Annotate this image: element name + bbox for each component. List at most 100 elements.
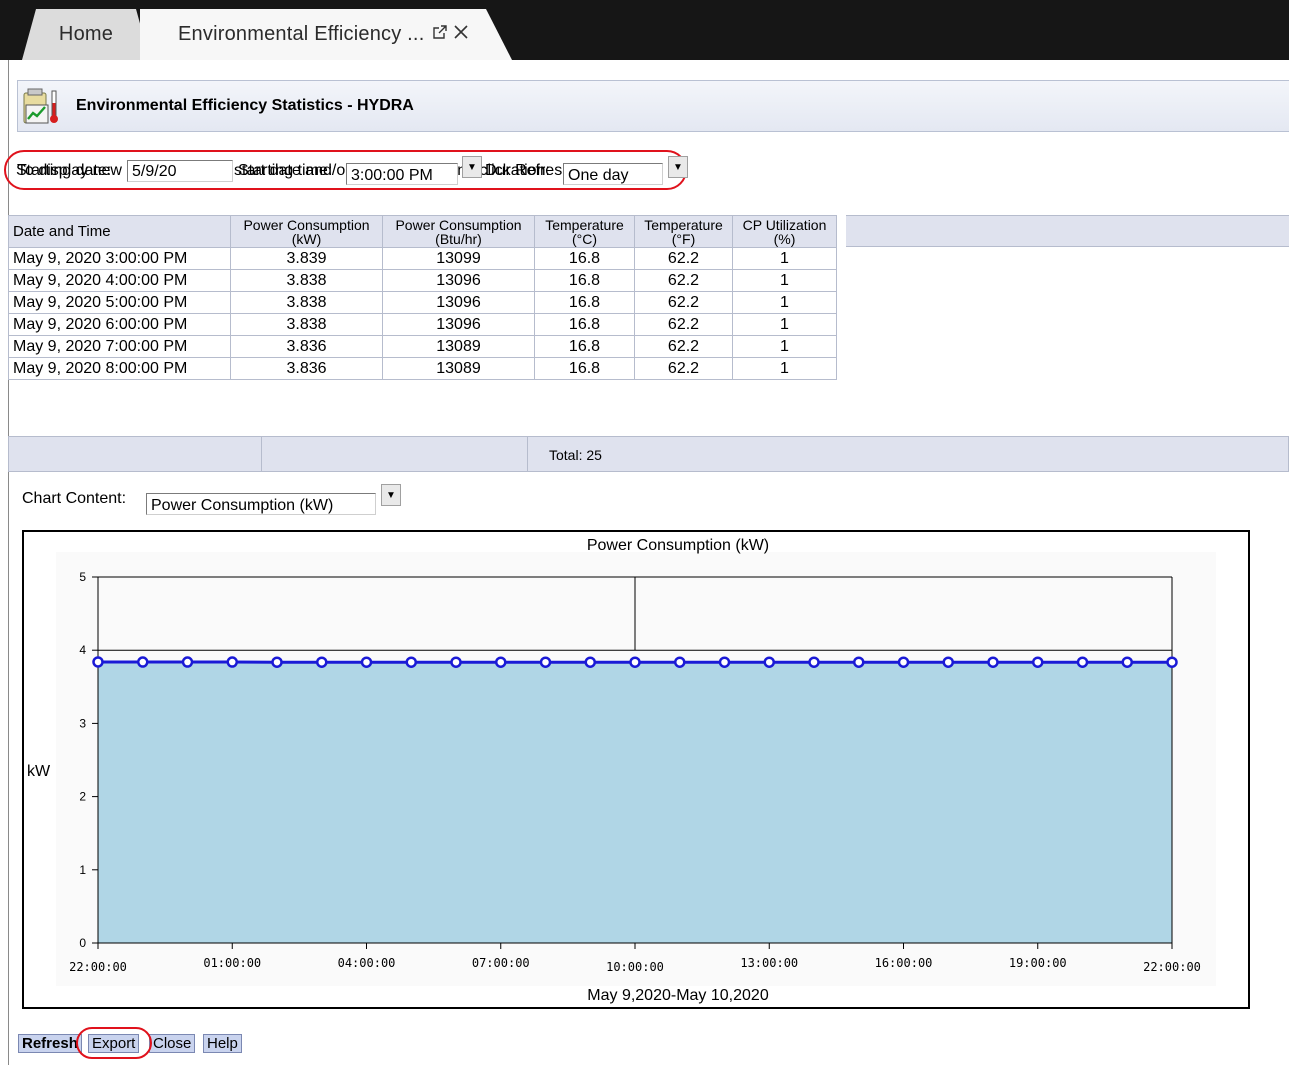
- cell-power-btu: 13096: [382, 269, 535, 292]
- data-point: [92, 656, 104, 668]
- data-point: [1166, 656, 1178, 668]
- data-point: [226, 656, 238, 668]
- data-point: [674, 656, 686, 668]
- cell-cp-utilization: 1: [732, 291, 837, 314]
- chart-panel: Power Consumption (kW) kW May 9,2020-May…: [22, 530, 1250, 1009]
- highlight-oval-export: [76, 1027, 152, 1059]
- starting-date-input[interactable]: 5/9/20: [127, 160, 233, 182]
- cell-temperature-c: 16.8: [534, 357, 635, 380]
- footer-cell: [261, 437, 528, 471]
- x-tick-label: 19:00:00: [1009, 956, 1067, 970]
- x-axis-label: May 9,2020-May 10,2020: [587, 987, 769, 1004]
- data-point: [1032, 656, 1044, 668]
- data-point: [808, 656, 820, 668]
- cell-power-btu: 13096: [382, 291, 535, 314]
- triangle-down-icon: ▼: [467, 161, 477, 173]
- starting-time-dropdown-button[interactable]: ▼: [462, 156, 482, 178]
- data-point: [405, 656, 417, 668]
- cell-power-btu: 13089: [382, 357, 535, 380]
- data-point: [763, 656, 775, 668]
- column-header-temperature-f[interactable]: Temperature (°F): [634, 215, 733, 248]
- tab-home[interactable]: Home: [22, 9, 150, 60]
- starting-time-select[interactable]: 3:00:00 PM: [346, 163, 458, 185]
- close-icon[interactable]: [452, 23, 470, 47]
- cell-power-kw: 3.838: [230, 291, 383, 314]
- pop-out-icon[interactable]: [432, 23, 448, 46]
- column-header-cp-utilization[interactable]: CP Utilization (%): [732, 215, 837, 248]
- table-footer-row: Total: 25: [8, 436, 1289, 472]
- cell-cp-utilization: 1: [732, 357, 837, 380]
- tab-home-label: Home: [58, 23, 114, 45]
- data-point: [316, 656, 328, 668]
- chart-content-dropdown-button[interactable]: ▼: [381, 484, 401, 506]
- cell-temperature-f: 62.2: [634, 291, 733, 314]
- tab-active-label: Environmental Efficiency ...: [178, 23, 425, 45]
- page-title: Environmental Efficiency Statistics - HY…: [76, 97, 414, 114]
- data-point: [987, 656, 999, 668]
- data-table-container: Date and Time Power Consumption (kW) Pow…: [8, 215, 1289, 380]
- chart-title: Power Consumption (kW): [587, 537, 769, 554]
- cell-temperature-c: 16.8: [534, 335, 635, 358]
- column-header-temperature-c[interactable]: Temperature (°C): [534, 215, 635, 248]
- cell-power-kw: 3.838: [230, 313, 383, 336]
- y-tick-label: 4: [79, 643, 86, 657]
- cell-power-btu: 13096: [382, 313, 535, 336]
- data-point: [181, 656, 194, 668]
- footer-cell: [9, 437, 262, 471]
- x-tick-label: 01:00:00: [203, 956, 261, 970]
- total-count: Total: 25: [549, 447, 602, 463]
- cell-date-time: May 9, 2020 5:00:00 PM: [8, 291, 231, 314]
- column-header-power-btu[interactable]: Power Consumption (Btu/hr): [382, 215, 535, 248]
- cell-cp-utilization: 1: [732, 269, 837, 292]
- cell-date-time: May 9, 2020 3:00:00 PM: [8, 247, 231, 270]
- table-row: May 9, 2020 8:00:00 PM 3.836 13089 16.8 …: [8, 357, 837, 380]
- duration-select[interactable]: One day: [563, 163, 663, 185]
- cell-power-btu: 13099: [382, 247, 535, 270]
- duration-dropdown-button[interactable]: ▼: [668, 156, 688, 178]
- table-row: May 9, 2020 4:00:00 PM 3.838 13096 16.8 …: [8, 269, 837, 292]
- data-point: [629, 656, 641, 668]
- chart-content-select[interactable]: Power Consumption (kW): [146, 493, 376, 515]
- chart-content-label: Chart Content:: [22, 490, 127, 507]
- data-point: [942, 656, 954, 668]
- help-button[interactable]: Help: [203, 1034, 242, 1053]
- data-point: [450, 656, 462, 668]
- cell-temperature-c: 16.8: [534, 269, 635, 292]
- tab-bar: Home Environmental Efficiency ...: [0, 0, 1289, 60]
- close-button[interactable]: Close: [149, 1034, 196, 1053]
- table-header-row: Date and Time Power Consumption (kW) Pow…: [8, 215, 837, 248]
- y-tick-label: 0: [79, 936, 86, 950]
- refresh-button[interactable]: Refresh: [18, 1034, 82, 1053]
- efficiency-chart-icon: [22, 85, 62, 127]
- cell-date-time: May 9, 2020 7:00:00 PM: [8, 335, 231, 358]
- cell-temperature-c: 16.8: [534, 247, 635, 270]
- cell-date-time: May 9, 2020 8:00:00 PM: [8, 357, 231, 380]
- x-tick-label: 22:00:00: [1143, 960, 1201, 974]
- column-header-date-time[interactable]: Date and Time: [8, 215, 231, 248]
- title-bar: Environmental Efficiency Statistics - HY…: [17, 80, 1289, 132]
- x-tick-label: 22:00:00: [69, 960, 127, 974]
- table-header-filler: [846, 215, 1289, 247]
- column-header-power-kw[interactable]: Power Consumption (kW): [230, 215, 383, 248]
- data-point: [853, 656, 865, 668]
- duration-label: Duration:: [485, 162, 550, 179]
- cell-power-kw: 3.836: [230, 335, 383, 358]
- cell-date-time: May 9, 2020 4:00:00 PM: [8, 269, 231, 292]
- cell-temperature-f: 62.2: [634, 269, 733, 292]
- cell-temperature-f: 62.2: [634, 247, 733, 270]
- cell-power-kw: 3.839: [230, 247, 383, 270]
- data-point: [584, 656, 596, 668]
- data-point: [1076, 656, 1089, 668]
- cell-temperature-f: 62.2: [634, 313, 733, 336]
- triangle-down-icon: ▼: [386, 489, 396, 501]
- tab-environmental-efficiency[interactable]: Environmental Efficiency ...: [140, 9, 512, 60]
- cell-temperature-c: 16.8: [534, 313, 635, 336]
- y-tick-label: 1: [79, 863, 86, 877]
- power-consumption-chart: Power Consumption (kW) kW May 9,2020-May…: [27, 537, 1216, 1004]
- data-point: [360, 656, 373, 668]
- y-axis-label: kW: [27, 763, 51, 780]
- cell-power-kw: 3.836: [230, 357, 383, 380]
- x-tick-label: 04:00:00: [338, 956, 396, 970]
- x-tick-label: 13:00:00: [740, 956, 798, 970]
- cell-temperature-f: 62.2: [634, 335, 733, 358]
